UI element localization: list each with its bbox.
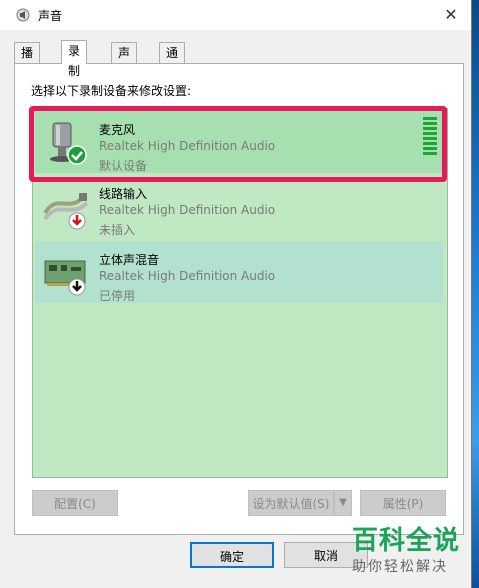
device-driver: Realtek High Definition Audio [99, 203, 276, 217]
device-status: 已停用 [99, 289, 136, 303]
line-in-cable-icon [43, 193, 89, 230]
tab-communications[interactable]: 通信 [159, 42, 186, 80]
title-bar[interactable]: 声音 ✕ [0, 0, 471, 30]
chevron-down-icon: ▼ [339, 497, 347, 508]
watermark-brand: 百科全说 [352, 526, 461, 556]
ok-button[interactable]: 确定 [190, 542, 274, 568]
tab-playback[interactable]: 播放 [14, 42, 41, 80]
watermark-slogan: 助你轻松解决 [352, 559, 448, 575]
device-driver: Realtek High Definition Audio [99, 139, 276, 153]
device-status: 默认设备 [99, 159, 148, 173]
set-default-button[interactable]: 设为默认值(S) [248, 490, 334, 516]
speaker-icon [16, 8, 30, 22]
tab-recording[interactable]: 录制 [61, 40, 88, 78]
properties-button[interactable]: 属性(P) [360, 490, 446, 516]
device-driver: Realtek High Definition Audio [99, 269, 276, 283]
microphone-icon [50, 122, 87, 165]
configure-button[interactable]: 配置(C) [32, 490, 118, 516]
set-default-dropdown[interactable]: ▼ [334, 490, 352, 516]
device-item-stereo-mix[interactable]: 立体声混音 Realtek High Definition Audio 已停用 [35, 241, 443, 303]
close-button[interactable]: ✕ [439, 3, 463, 27]
device-item-microphone[interactable]: 麦克风 Realtek High Definition Audio 默认设备 [35, 111, 443, 173]
watermark: 百科全说 助你轻松解决 [352, 526, 472, 576]
sound-dialog: 声音 ✕ 播放 录制 声音 通信 选择以下录制设备来修改设置: 麦克风 R [0, 0, 472, 588]
level-meter [423, 117, 437, 157]
device-name: 线路输入 [99, 187, 148, 201]
device-list[interactable]: 麦克风 Realtek High Definition Audio 默认设备 线… [32, 108, 448, 478]
device-item-line-in[interactable]: 线路输入 Realtek High Definition Audio 未插入 [35, 175, 443, 237]
instruction-text: 选择以下录制设备来修改设置: [31, 84, 192, 98]
device-status: 未插入 [99, 223, 136, 237]
sound-card-icon [44, 260, 86, 296]
window-title: 声音 [38, 9, 63, 23]
device-name: 麦克风 [99, 123, 136, 137]
recording-panel: 选择以下录制设备来修改设置: 麦克风 Realtek High Definiti… [14, 63, 464, 535]
check-icon [67, 145, 87, 165]
tab-sounds[interactable]: 声音 [111, 42, 138, 80]
close-icon: ✕ [444, 5, 458, 24]
device-name: 立体声混音 [99, 253, 160, 267]
